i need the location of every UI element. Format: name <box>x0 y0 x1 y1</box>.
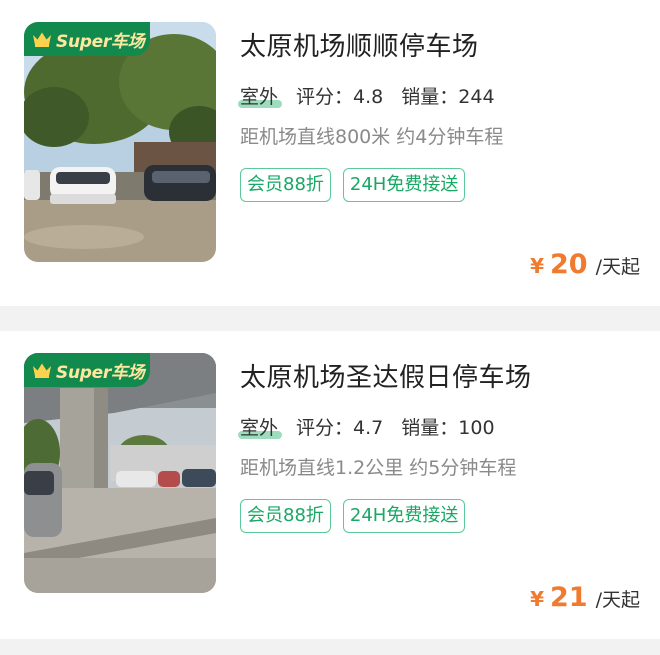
tag-member-discount: 会员88折 <box>240 499 331 533</box>
price-unit: /天起 <box>595 256 640 278</box>
parking-lot-photo-image <box>24 22 216 262</box>
sales-value: 100 <box>458 417 495 439</box>
sales: 销量：244 <box>401 82 494 109</box>
parking-list: Super车场 太原机场顺顺停车场 室外 评分：4.8 销量：244 距机场直线… <box>0 0 660 655</box>
location-type-label: 室外 <box>240 86 279 108</box>
price-currency: ¥ <box>530 587 545 611</box>
rating-value: 4.7 <box>353 417 384 439</box>
distance-info: 距机场直线1.2公里 约5分钟车程 <box>240 457 517 479</box>
location-type-badge: 室外 <box>237 413 283 440</box>
parking-info: 太原机场顺顺停车场 室外 评分：4.8 销量：244 距机场直线800米 约4分… <box>237 0 640 306</box>
rating: 评分：4.7 <box>296 413 383 440</box>
sales: 销量：100 <box>401 413 494 440</box>
tag-member-discount: 会员88折 <box>240 168 331 202</box>
distance-info: 距机场直线800米 约4分钟车程 <box>240 126 504 148</box>
parking-info: 太原机场圣达假日停车场 室外 评分：4.7 销量：100 距机场直线1.2公里 … <box>237 331 640 639</box>
badge-label: Super车场 <box>56 31 145 52</box>
tag-free-shuttle: 24H免费接送 <box>342 499 466 533</box>
rating: 评分：4.8 <box>296 82 383 109</box>
crown-icon <box>33 363 51 378</box>
badge-label: Super车场 <box>56 362 145 383</box>
price: ¥ 21 /天起 <box>530 582 640 613</box>
tag-list: 会员88折 24H免费接送 <box>240 499 466 533</box>
parking-name[interactable]: 太原机场圣达假日停车场 <box>240 357 532 394</box>
parking-card[interactable]: Super车场 太原机场顺顺停车场 室外 评分：4.8 销量：244 距机场直线… <box>0 0 660 306</box>
location-type-badge: 室外 <box>237 82 283 109</box>
price-currency: ¥ <box>530 254 545 278</box>
parking-meta: 室外 评分：4.8 销量：244 <box>237 82 495 109</box>
parking-lot-photo-image <box>24 353 216 593</box>
location-type-label: 室外 <box>240 417 279 439</box>
sales-value: 244 <box>458 86 495 108</box>
crown-icon <box>33 32 51 47</box>
parking-card[interactable]: Super车场 太原机场圣达假日停车场 室外 评分：4.7 销量：100 距机场… <box>0 331 660 639</box>
parking-lot-photo[interactable]: Super车场 <box>24 22 216 262</box>
rating-value: 4.8 <box>353 86 384 108</box>
price-amount: 21 <box>550 582 588 613</box>
parking-meta: 室外 评分：4.7 销量：100 <box>237 413 495 440</box>
tag-list: 会员88折 24H免费接送 <box>240 168 466 202</box>
super-lot-badge: Super车场 <box>24 22 150 56</box>
parking-name[interactable]: 太原机场顺顺停车场 <box>240 26 479 63</box>
price-unit: /天起 <box>595 589 640 611</box>
parking-lot-photo[interactable]: Super车场 <box>24 353 216 593</box>
super-lot-badge: Super车场 <box>24 353 150 387</box>
sales-label: 销量： <box>401 86 459 108</box>
rating-label: 评分： <box>296 417 354 439</box>
sales-label: 销量： <box>401 417 459 439</box>
rating-label: 评分： <box>296 86 354 108</box>
price: ¥ 20 /天起 <box>530 249 640 280</box>
tag-free-shuttle: 24H免费接送 <box>342 168 466 202</box>
price-amount: 20 <box>550 249 588 280</box>
